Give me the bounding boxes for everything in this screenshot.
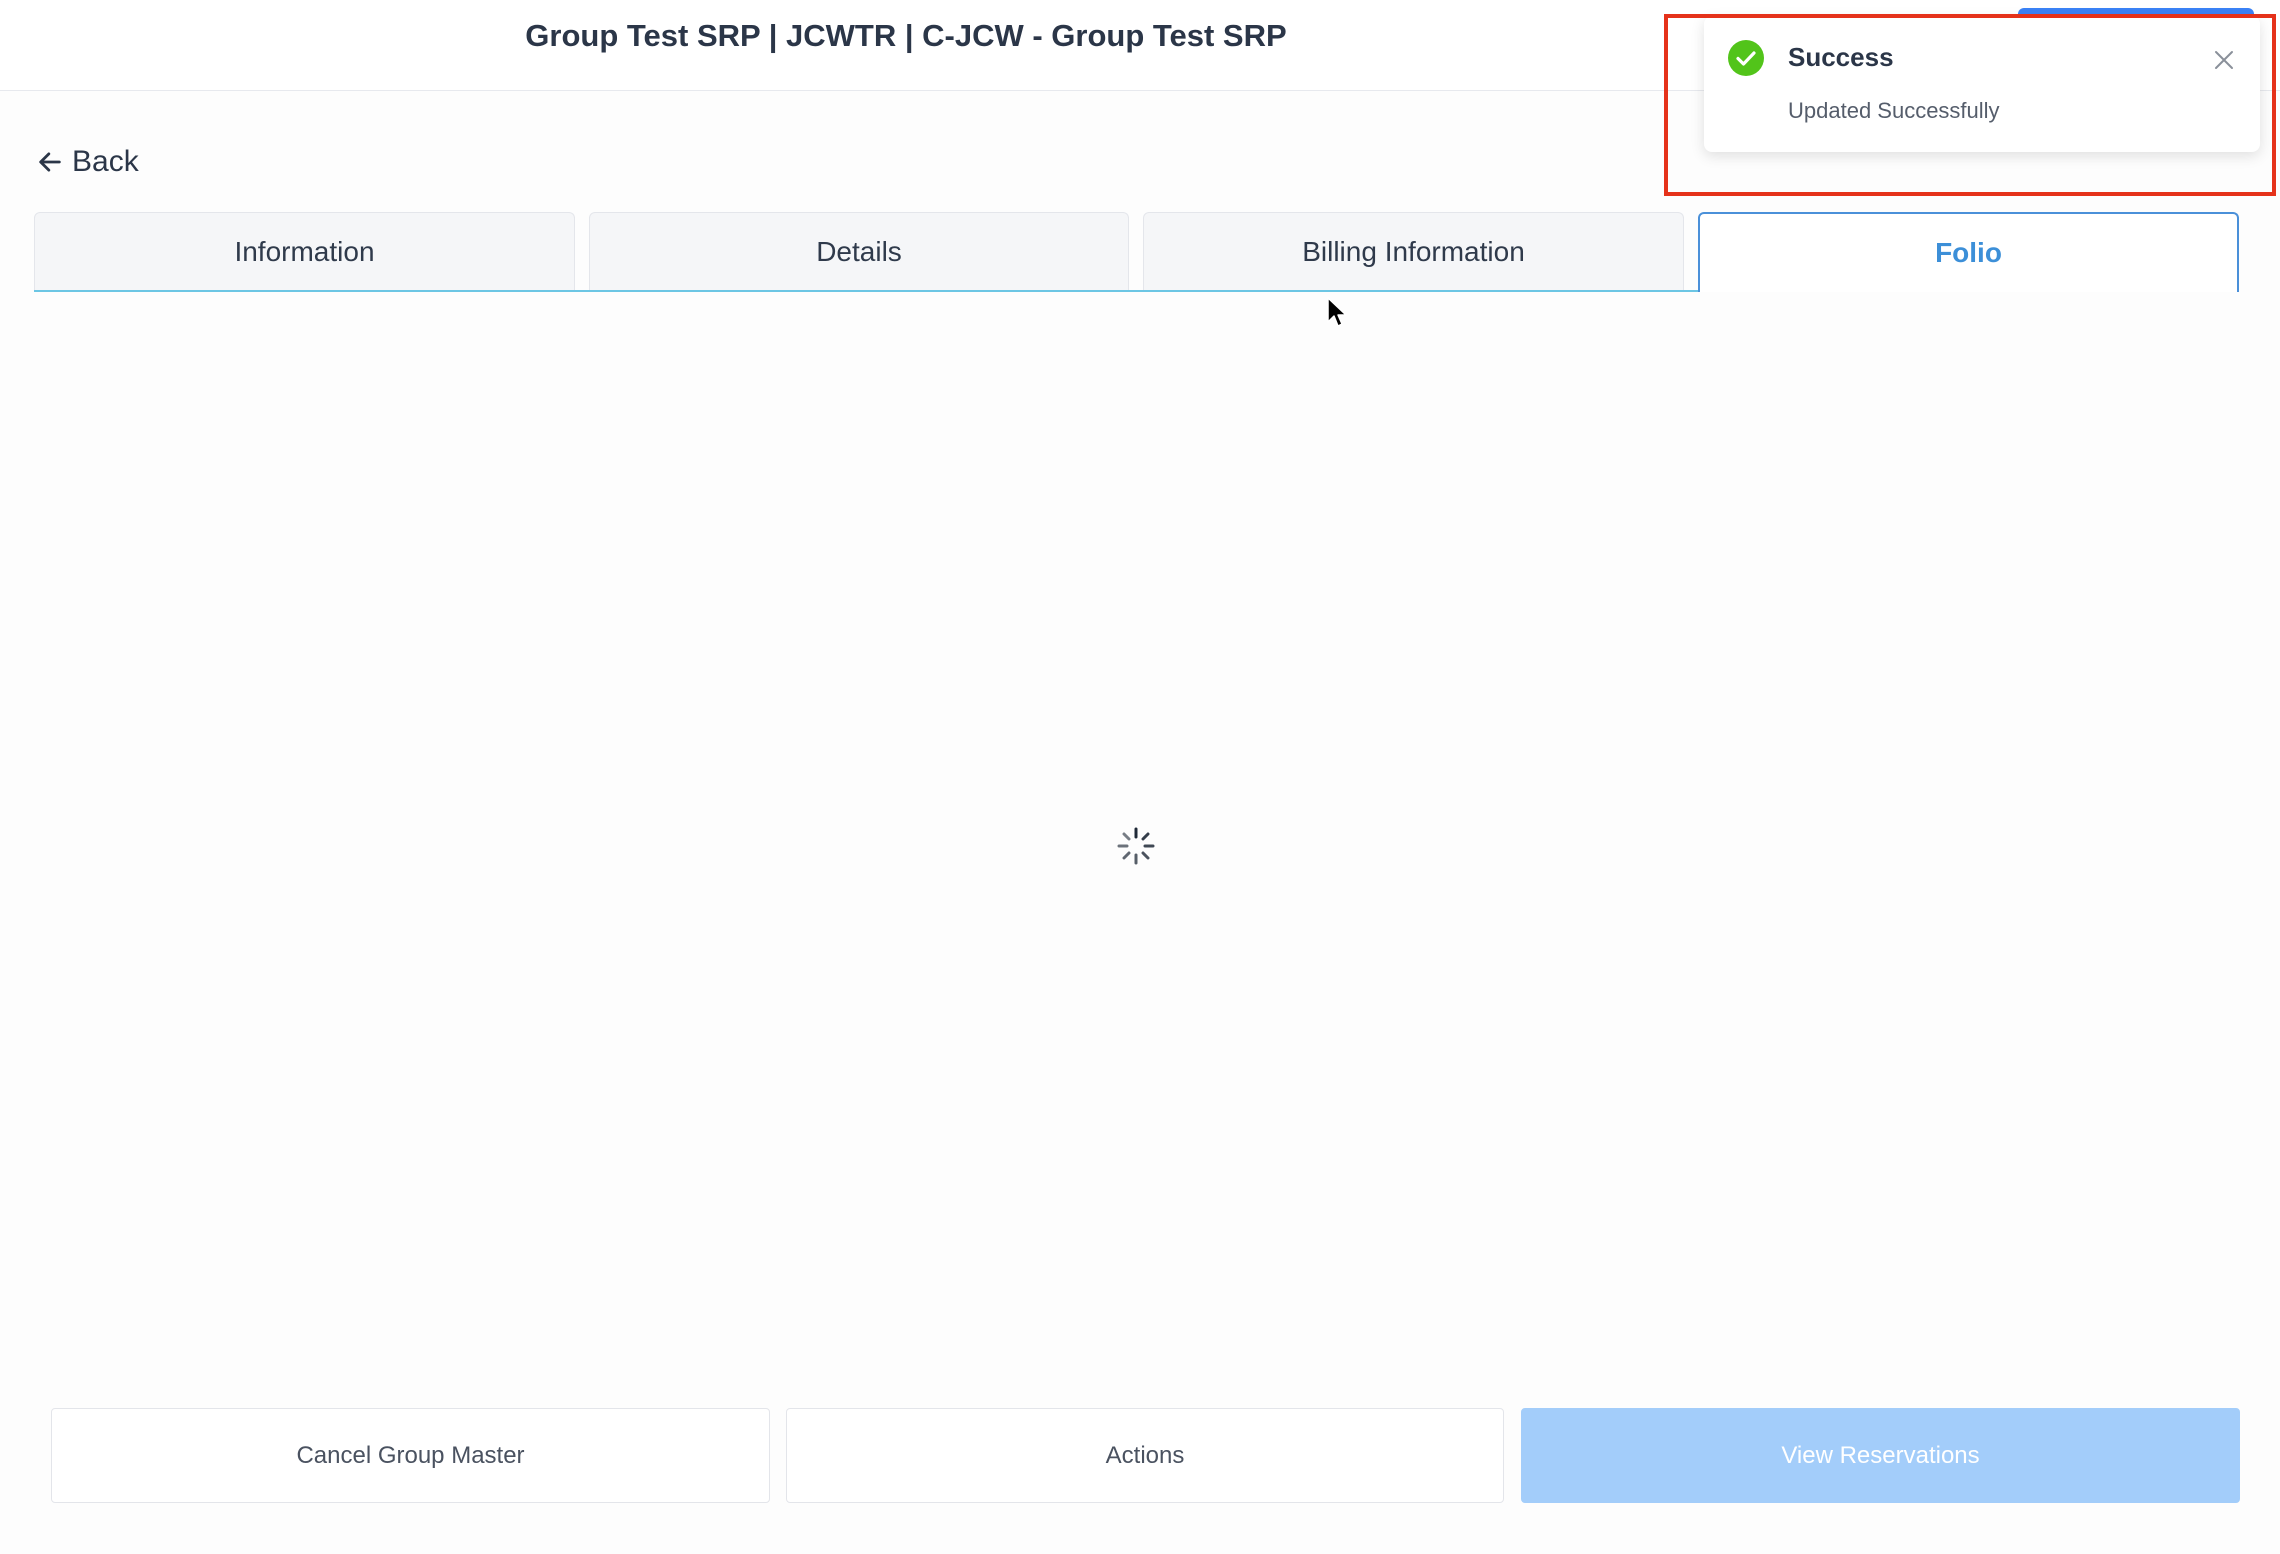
close-icon[interactable] xyxy=(2212,48,2236,72)
tab-billing-information[interactable]: Billing Information xyxy=(1143,212,1684,290)
tab-bar: Information Details Billing Information … xyxy=(34,212,2240,292)
tab-folio[interactable]: Folio xyxy=(1698,212,2239,292)
toast-title: Success xyxy=(1788,42,1894,72)
view-reservations-button[interactable]: View Reservations xyxy=(1521,1408,2240,1503)
check-circle-icon xyxy=(1728,40,1764,76)
tab-underline xyxy=(34,290,1698,292)
tab-details[interactable]: Details xyxy=(589,212,1129,290)
success-toast: Success Updated Successfully xyxy=(1704,16,2260,152)
arrow-left-icon xyxy=(36,148,64,176)
mouse-pointer-icon xyxy=(1326,296,1348,330)
back-label: Back xyxy=(72,145,139,178)
page-title: Group Test SRP | JCWTR | C-JCW - Group T… xyxy=(525,18,1287,53)
cancel-group-master-button[interactable]: Cancel Group Master xyxy=(51,1408,770,1503)
actions-button[interactable]: Actions xyxy=(786,1408,1504,1503)
tab-information[interactable]: Information xyxy=(34,212,575,290)
loading-spinner-icon xyxy=(1116,826,1156,866)
toast-message: Updated Successfully xyxy=(1788,98,2000,123)
back-button[interactable]: Back xyxy=(36,142,139,182)
